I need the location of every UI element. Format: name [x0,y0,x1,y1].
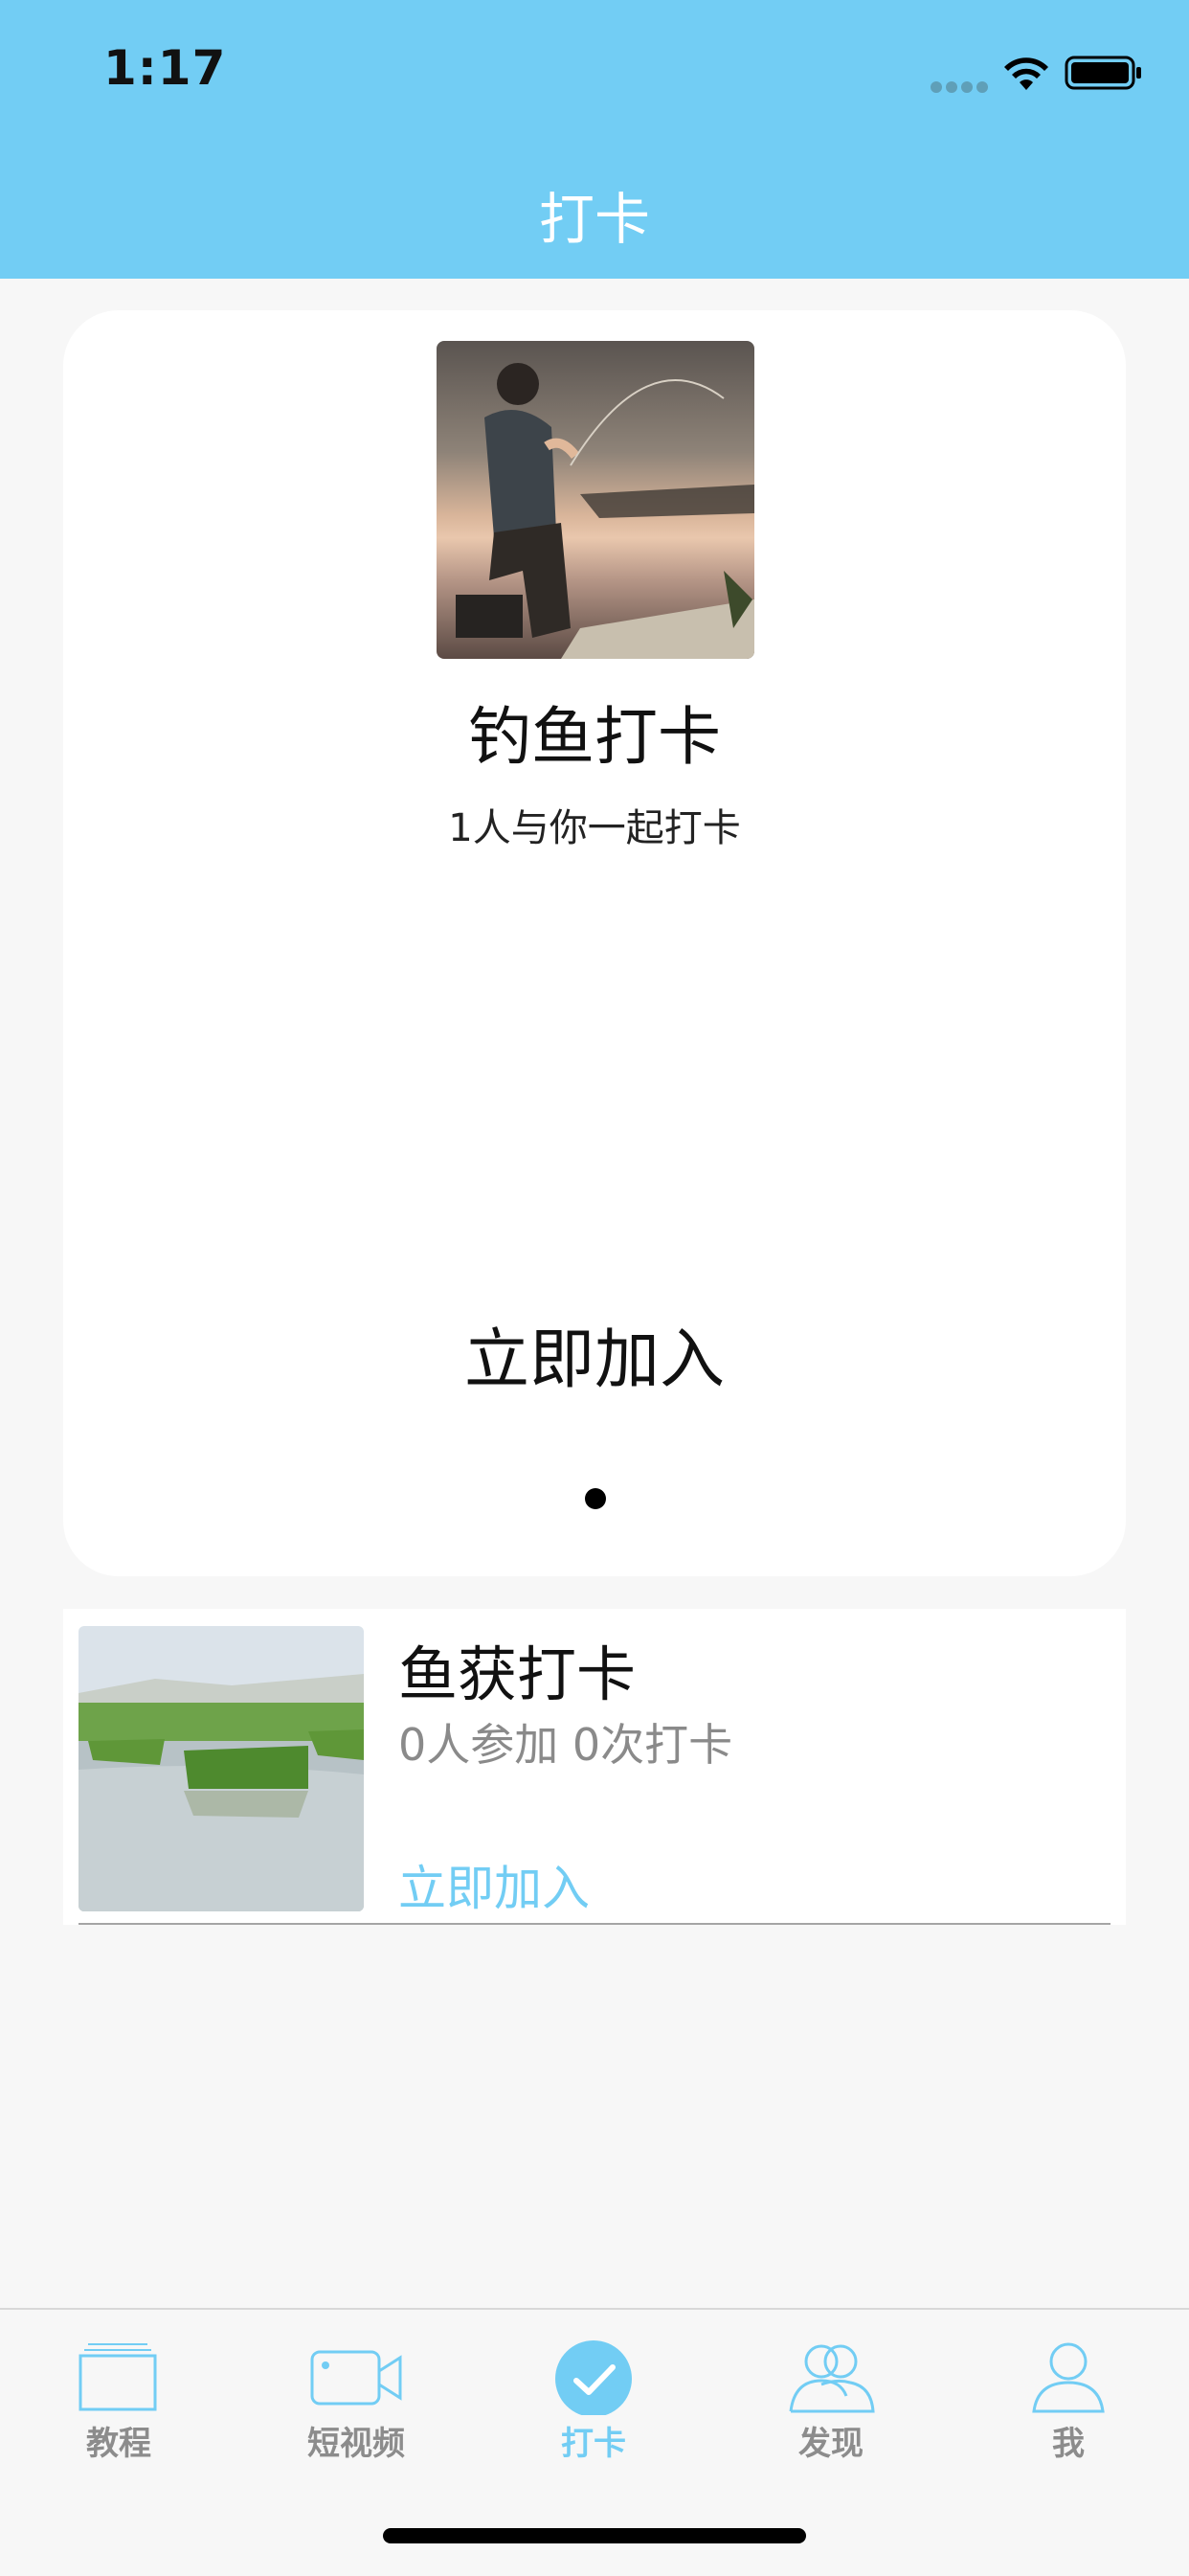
page-title: 打卡 [538,187,650,252]
tab-checkin[interactable]: 打卡 [475,2310,712,2501]
tab-me[interactable]: 我 [950,2310,1187,2501]
wifi-icon [1004,57,1048,90]
featured-participants: 1人与你一起打卡 [448,806,741,850]
tab-label: 教程 [86,2425,151,2463]
list-item-stats: 0人参加 0次打卡 [398,1719,733,1771]
join-now-button[interactable]: 立即加入 [63,1306,1126,1401]
list-item-title: 鱼获打卡 [398,1639,637,1709]
home-indicator[interactable] [383,2528,806,2543]
tab-discover[interactable]: 发现 [712,2310,950,2501]
tab-label: 打卡 [561,2425,626,2463]
book-icon [79,2343,157,2411]
battery-icon [1065,56,1141,90]
people-icon [789,2344,875,2413]
tab-short-video[interactable]: 短视频 [237,2310,475,2501]
tab-label: 发现 [798,2425,864,2463]
cellular-signal-icon [931,79,992,93]
featured-title: 钓鱼打卡 [468,700,721,774]
top-header: 1:17 打卡 [0,0,1189,279]
catch-photo [79,1626,364,1911]
tab-tutorial[interactable]: 教程 [0,2310,237,2501]
list-item[interactable]: 鱼获打卡 0人参加 0次打卡 立即加入 [63,1609,1126,1925]
list-join-button[interactable]: 立即加入 [398,1850,590,1919]
divider [79,1923,1110,1925]
checkmark-circle-icon [555,2340,632,2415]
tab-label: 我 [1052,2425,1085,2463]
tab-label: 短视频 [307,2425,405,2463]
featured-checkin-card[interactable]: 钓鱼打卡 1人与你一起打卡 立即加入 [63,310,1126,1576]
fishing-photo [437,341,754,659]
status-time: 1:17 [103,40,227,96]
page-indicator-dot [585,1488,606,1509]
video-camera-icon [310,2350,402,2406]
person-icon [1032,2342,1105,2413]
